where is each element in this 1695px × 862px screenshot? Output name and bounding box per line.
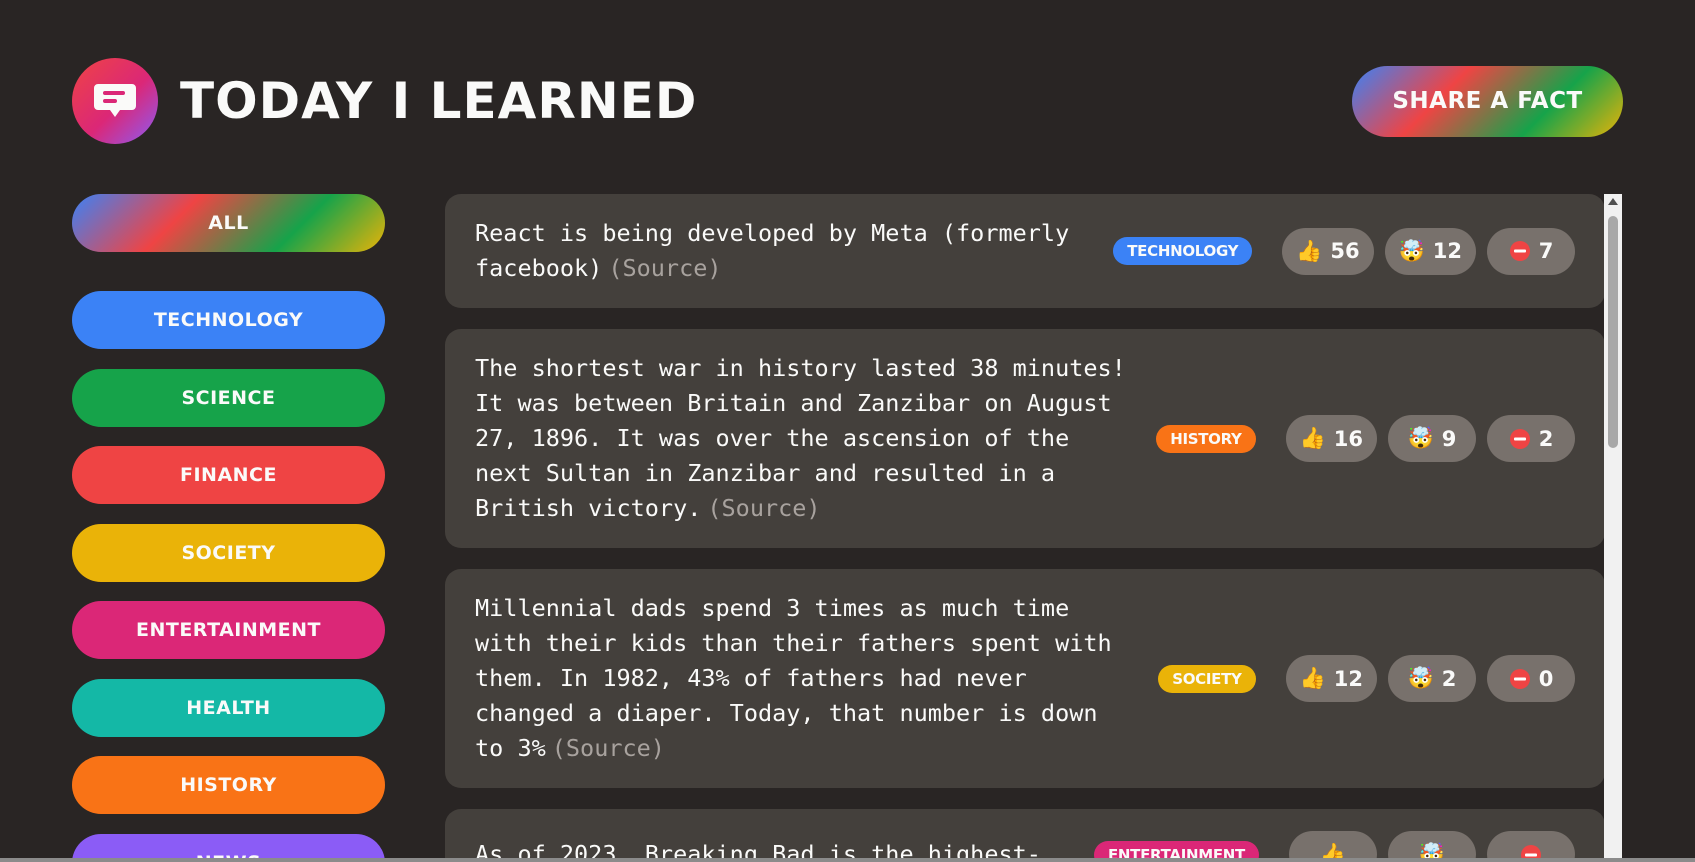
scroll-up-arrow-icon[interactable] <box>1608 198 1618 205</box>
category-button-history[interactable]: History <box>72 756 385 814</box>
brand: Today I Learned <box>72 58 697 144</box>
vote-count: 2 <box>1538 426 1554 451</box>
vote-interesting-button[interactable]: 👍 16 <box>1285 415 1377 462</box>
no-entry-icon <box>1509 241 1530 261</box>
category-tag: Society <box>1158 664 1256 693</box>
window-bottom-edge <box>0 858 1695 862</box>
vote-buttons: 👍 16 🤯 9 2 <box>1285 415 1575 462</box>
scroll-thumb[interactable] <box>1608 216 1618 448</box>
page-title: Today I Learned <box>180 72 698 130</box>
source-link[interactable]: (Source) <box>552 734 665 762</box>
vote-count: 56 <box>1330 239 1360 263</box>
fact-text-block: React is being developed by Meta (former… <box>475 216 1093 286</box>
vote-false-button[interactable]: 0 <box>1487 655 1575 702</box>
fact-item: Millennial dads spend 3 times as much ti… <box>445 569 1605 788</box>
vote-buttons: 👍 56 🤯 12 7 <box>1282 227 1575 275</box>
category-button-technology[interactable]: Technology <box>72 291 385 349</box>
category-tag: History <box>1156 424 1256 453</box>
vote-count: 7 <box>1538 239 1554 263</box>
category-button-all[interactable]: All <box>72 194 385 252</box>
thumbs-up-icon: 👍 <box>1296 238 1323 263</box>
vote-count: 16 <box>1333 426 1363 451</box>
header: Today I Learned Share a fact <box>72 58 1623 144</box>
share-fact-button[interactable]: Share a fact <box>1352 65 1623 137</box>
vote-count: 12 <box>1432 239 1462 263</box>
category-button-science[interactable]: Science <box>72 368 385 427</box>
fact-item: The shortest war in history lasted 38 mi… <box>445 329 1605 548</box>
vote-false-button[interactable]: 7 <box>1487 227 1575 275</box>
category-button-finance[interactable]: Finance <box>72 446 385 504</box>
source-link[interactable]: (Source) <box>707 494 820 522</box>
vertical-scrollbar[interactable] <box>1604 194 1622 862</box>
vote-mindblowing-button[interactable]: 🤯 2 <box>1388 655 1476 702</box>
fact-item: React is being developed by Meta (former… <box>445 194 1605 308</box>
vote-mindblowing-button[interactable]: 🤯 12 <box>1384 227 1476 275</box>
vote-count: 0 <box>1538 666 1554 691</box>
thumbs-up-icon: 👍 <box>1299 666 1326 690</box>
no-entry-icon <box>1509 668 1530 689</box>
category-button-society[interactable]: Society <box>72 523 385 582</box>
mind-blown-icon: 🤯 <box>1407 666 1434 690</box>
vote-count: 12 <box>1333 666 1363 691</box>
fact-text: React is being developed by Meta (former… <box>475 219 1070 282</box>
vote-buttons: 👍 12 🤯 2 0 <box>1285 655 1575 702</box>
fact-text-block: The shortest war in history lasted 38 mi… <box>475 351 1136 526</box>
fact-text-block: Millennial dads spend 3 times as much ti… <box>475 591 1138 766</box>
category-sidebar: All Technology Science Finance Society E… <box>72 194 385 862</box>
facts-list: React is being developed by Meta (former… <box>445 194 1605 862</box>
source-link[interactable]: (Source) <box>608 254 721 282</box>
vote-count: 9 <box>1441 426 1457 451</box>
mind-blown-icon: 🤯 <box>1407 426 1434 450</box>
vote-interesting-button[interactable]: 👍 12 <box>1285 655 1377 702</box>
mind-blown-icon: 🤯 <box>1398 238 1425 263</box>
vote-count: 2 <box>1441 666 1457 691</box>
vote-false-button[interactable]: 2 <box>1487 415 1575 462</box>
category-button-entertainment[interactable]: Entertainment <box>72 601 385 659</box>
vote-mindblowing-button[interactable]: 🤯 9 <box>1388 415 1476 462</box>
category-button-health[interactable]: Health <box>72 678 385 737</box>
no-entry-icon <box>1509 428 1530 449</box>
chat-bubble-icon <box>72 58 158 144</box>
category-tag: Technology <box>1113 237 1253 265</box>
fact-item: As of 2023, Breaking Bad is the highest-… <box>445 809 1605 862</box>
thumbs-up-icon: 👍 <box>1299 426 1326 450</box>
vote-interesting-button[interactable]: 👍 56 <box>1282 227 1374 275</box>
